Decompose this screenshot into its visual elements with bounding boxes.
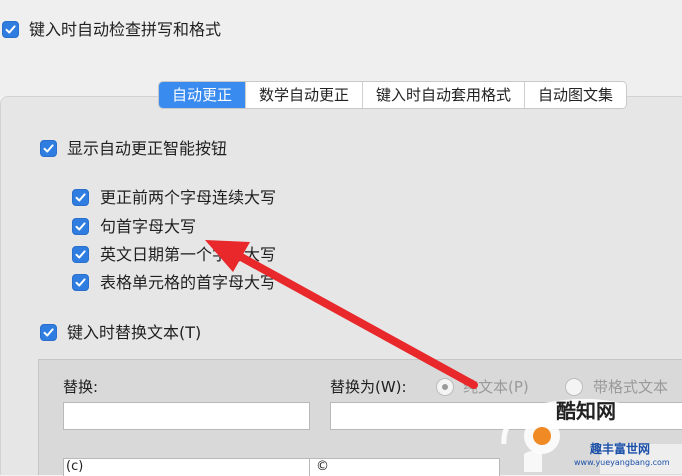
tab-autotext[interactable]: 自动图文集 [524,82,627,108]
checkmark-icon [75,193,86,202]
spell-check-checkbox[interactable] [2,21,19,38]
option-checkbox-two-initial-caps[interactable] [72,189,89,206]
show-smart-buttons-label: 显示自动更正智能按钮 [67,139,228,158]
checkmark-icon [75,222,86,231]
replacement-list-cell: © [316,459,329,474]
spell-check-label: 键入时自动检查拼写和格式 [29,20,222,39]
option-checkbox-capitalize-dates[interactable] [72,246,89,263]
replace-label: 替换: [63,378,99,396]
replacement-list-row[interactable]: © [310,458,500,476]
replacement-list-row[interactable]: (c) [63,458,310,476]
option-label-two-initial-caps: 更正前两个字母连续大写 [100,188,277,207]
replacement-list-cell: (c) [66,459,84,474]
replace-text-label: 键入时替换文本(T) [67,323,202,342]
tab-math-autocorrect[interactable]: 数学自动更正 [245,82,363,108]
checkmark-icon [75,278,86,287]
replace-input[interactable] [63,402,310,430]
option-label-capitalize-dates: 英文日期第一个字母大写 [100,245,277,264]
checkmark-icon [5,25,16,34]
watermark-brand: 酷知网 [556,399,616,423]
tab-autoformat-as-you-type[interactable]: 键入时自动套用格式 [362,82,525,108]
option-checkbox-capitalize-sentence[interactable] [72,218,89,235]
watermark-url: www.yueyangbang.com [574,458,670,467]
option-label-capitalize-sentence: 句首字母大写 [100,217,197,236]
checkmark-icon [43,144,54,153]
replace-with-label: 替换为(W): [330,378,407,396]
replace-text-checkbox[interactable] [40,324,57,341]
option-checkbox-capitalize-table-cells[interactable] [72,274,89,291]
checkmark-icon [43,328,54,337]
tab-bar: 自动更正 数学自动更正 键入时自动套用格式 自动图文集 [158,81,628,109]
show-smart-buttons-checkbox[interactable] [40,140,57,157]
checkmark-icon [75,250,86,259]
option-label-capitalize-table-cells: 表格单元格的首字母大写 [100,273,277,292]
tab-autocorrect[interactable]: 自动更正 [159,82,246,108]
plain-text-radio[interactable] [436,378,454,396]
watermark-sub: 趣丰富世网 [590,442,651,456]
